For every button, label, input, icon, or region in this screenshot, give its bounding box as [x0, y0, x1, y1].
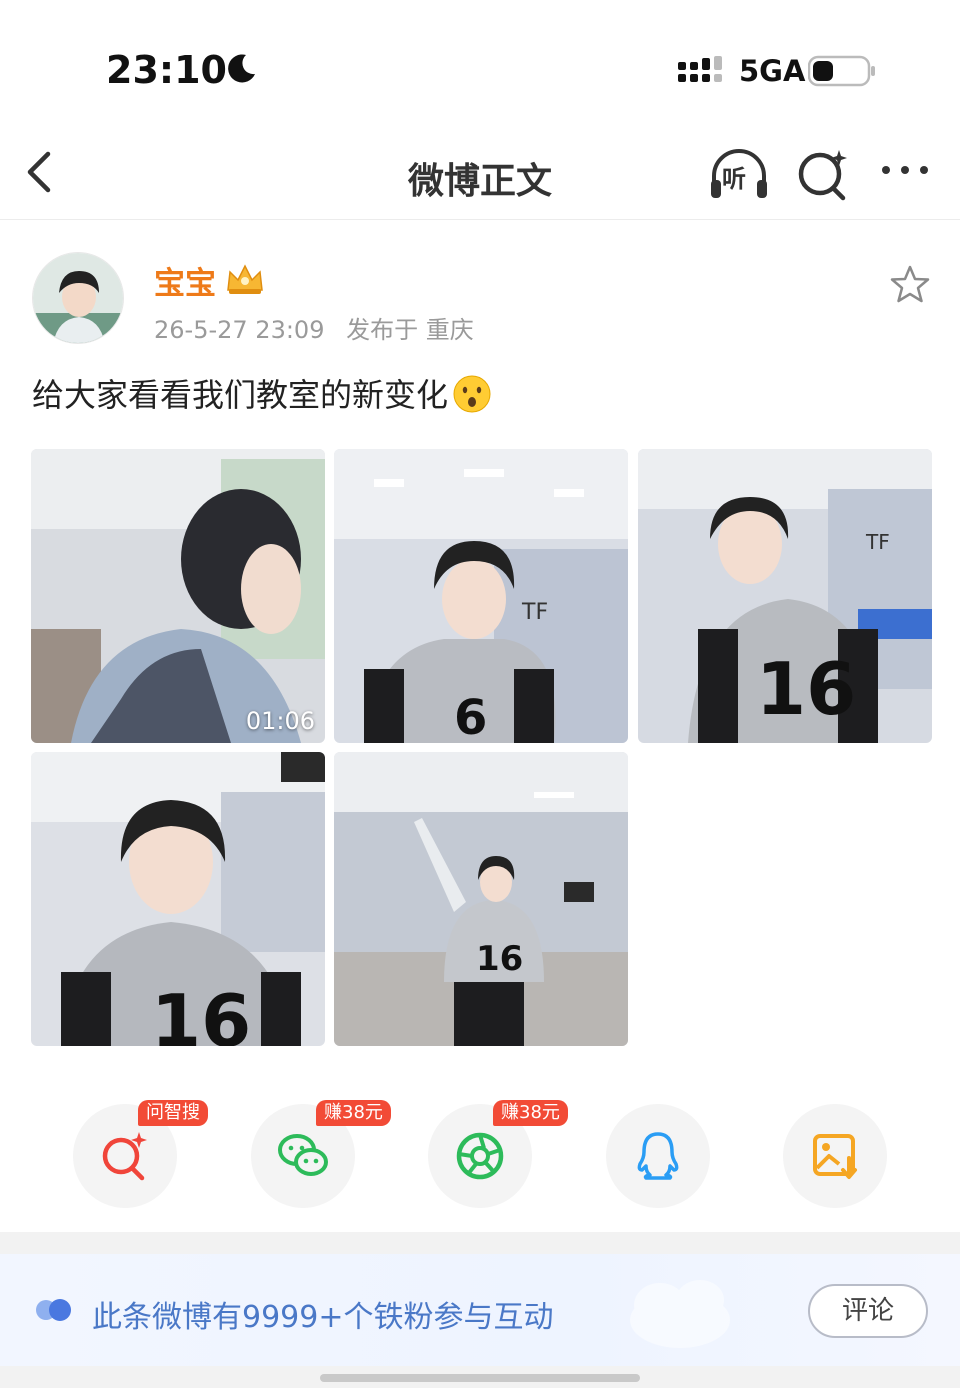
moments-icon [456, 1132, 504, 1180]
nav-bar: 微博正文 听 [0, 130, 960, 220]
status-time: 23:10 [106, 48, 227, 92]
photo-2[interactable]: TF 6 [334, 449, 628, 743]
cloud-decoration-icon [630, 1280, 730, 1348]
home-indicator[interactable] [320, 1374, 640, 1382]
status-bar: 23:10 5GA [0, 0, 960, 130]
post-text-content: 给大家看看我们教室的新变化 [32, 376, 449, 414]
favorite-star-icon[interactable] [890, 264, 930, 304]
fan-interaction-bar[interactable]: 此条微博有9999+个铁粉参与互动 评论 [0, 1254, 960, 1366]
hushed-face-emoji [453, 375, 491, 413]
photo-3[interactable]: TF 16 [638, 449, 932, 743]
save-image-icon [813, 1134, 857, 1179]
post-location: 发布于 重庆 [346, 316, 474, 344]
username[interactable]: 宝宝 [154, 258, 216, 303]
image-grid: 01:06 TF 6 TF 16 16 16 [31, 449, 933, 1047]
badge-moments: 赚38元 [493, 1100, 568, 1126]
video-duration: 01:06 [245, 707, 315, 735]
signal-icon [678, 56, 722, 82]
photo-4[interactable]: 16 [31, 752, 325, 1046]
comment-button[interactable]: 评论 [808, 1284, 928, 1338]
photo-5[interactable]: 16 [334, 752, 628, 1046]
fan-interaction-text[interactable]: 此条微博有9999+个铁粉参与互动 [92, 1292, 553, 1336]
more-icon[interactable] [880, 160, 930, 180]
moon-icon [228, 54, 255, 83]
svg-text:16: 16 [476, 939, 523, 979]
vip-crown-icon [227, 264, 263, 294]
badge-ai-search: 问智搜 [138, 1100, 208, 1126]
network-label: 5GA [739, 54, 806, 88]
ai-search-icon[interactable] [796, 146, 850, 202]
wechat-icon [278, 1134, 328, 1176]
ai-search-share-icon [102, 1132, 147, 1181]
share-save-image-button[interactable] [783, 1104, 887, 1208]
share-row: 问智搜 赚38元 赚38元 [0, 1096, 960, 1208]
battery-icon [808, 55, 875, 87]
post-meta: 26-5-27 23:09 发布于 重庆 [154, 310, 488, 345]
svg-text:16: 16 [756, 647, 856, 731]
video-thumbnail[interactable]: 01:06 [31, 449, 325, 743]
svg-text:TF: TF [865, 530, 890, 554]
post-text: 给大家看看我们教室的新变化 [32, 370, 492, 417]
svg-text:16: 16 [151, 979, 251, 1046]
share-qq-button[interactable] [606, 1104, 710, 1208]
section-divider [0, 1232, 960, 1254]
svg-text:6: 6 [454, 690, 487, 743]
badge-wechat: 赚38元 [316, 1100, 391, 1126]
qq-icon [637, 1132, 679, 1180]
fan-badge-icon [36, 1299, 71, 1321]
listen-label[interactable]: 听 [722, 159, 746, 194]
svg-text:TF: TF [521, 600, 548, 625]
post-date: 26-5-27 23:09 [154, 316, 325, 344]
avatar[interactable] [32, 252, 124, 344]
